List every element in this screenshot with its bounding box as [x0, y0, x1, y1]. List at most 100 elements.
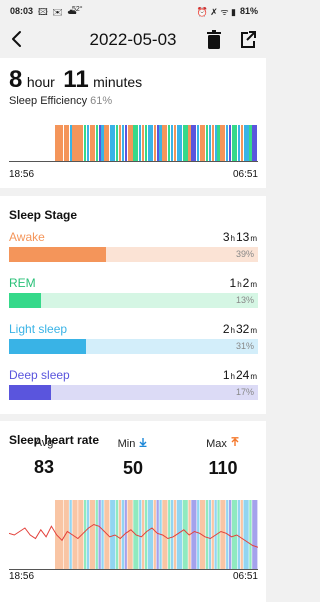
timeline-segment-awake [72, 125, 78, 161]
stage-rem: REM 1h2m 13% [9, 276, 258, 320]
stage-track [9, 339, 258, 354]
arrow-down-icon [138, 438, 148, 450]
timeline-segment-deep [191, 125, 197, 161]
sleep-stage-card: Sleep Stage Awake 3h13m 39% REM 1h2m 13%… [0, 196, 266, 414]
hr-band-deep [156, 500, 159, 570]
timeline-segment-awake [104, 125, 110, 161]
max-value: 110 [208, 458, 238, 478]
stage-name: Awake [9, 230, 45, 244]
timeline-end-time: 06:51 [232, 169, 258, 180]
hr-band-light [171, 500, 174, 570]
min-value: 50 [122, 458, 144, 478]
stage-light-sleep: Light sleep 2h32m 31% [9, 322, 258, 366]
status-time: 08:03 [10, 6, 34, 16]
hr-band-rem [115, 500, 119, 570]
heart-rate-chart [9, 500, 258, 570]
hr-band-light [86, 500, 90, 570]
arrow-up-icon [230, 437, 240, 450]
heart-min: Min 50 [98, 437, 168, 479]
timeline-segment-awake [200, 125, 206, 161]
stage-fill [9, 385, 52, 400]
stage-track [9, 293, 258, 308]
duration-hour-unit: hour [26, 74, 55, 90]
hr-band-rem [95, 500, 98, 570]
hr-band-awake [118, 500, 122, 570]
duration-minute-unit: minutes [93, 74, 143, 90]
hr-band-awake [63, 500, 69, 570]
hr-band-awake [89, 500, 95, 570]
hr-band-deep [124, 500, 127, 570]
sleep-summary-card: 8 hour 11 minutes Sleep Efficiency 61% 1… [0, 58, 266, 188]
duration-hours: 8 [9, 66, 23, 93]
hr-band-rem [249, 500, 252, 570]
top-toolbar: 2022-05-03 [0, 22, 266, 58]
hr-band-awake [104, 500, 110, 570]
sleep-efficiency: Sleep Efficiency 61% [9, 95, 112, 107]
hr-band-awake [153, 500, 156, 570]
timeline-segment-rem [231, 125, 238, 161]
timeline-segment-awake [63, 125, 69, 161]
stage-percent: 17% [235, 387, 254, 397]
avg-label: Avg [34, 437, 54, 449]
hr-band-rem [217, 500, 220, 570]
share-icon[interactable] [238, 29, 258, 51]
hr-band-light [69, 500, 72, 570]
stage-duration: 3h13m [222, 230, 257, 244]
stage-awake: Awake 3h13m 39% [9, 230, 258, 274]
hr-band-rem [84, 500, 87, 570]
status-temperature: 52° [72, 6, 83, 13]
stage-name: REM [9, 276, 36, 290]
timeline-segment-light [110, 125, 116, 161]
timeline-segment-light [176, 125, 182, 161]
stage-track [9, 385, 258, 400]
hr-band-light [176, 500, 182, 570]
sleep-stage-timeline [55, 125, 258, 161]
sleep-duration: 8 hour 11 minutes [9, 66, 146, 94]
stage-track [9, 247, 258, 262]
timeline-start-time: 18:56 [9, 169, 35, 180]
timeline-segment-awake [89, 125, 95, 161]
hr-band-light [243, 500, 249, 570]
stage-deep-sleep: Deep sleep 1h24m 17% [9, 368, 258, 412]
min-label-row: Min [98, 437, 168, 450]
hr-band-light [237, 500, 240, 570]
timeline-segment-awake [78, 125, 84, 161]
hr-band-light [208, 500, 211, 570]
avg-value: 83 [33, 457, 55, 477]
stage-percent: 39% [235, 249, 254, 259]
timeline-baseline [9, 161, 258, 162]
max-label-row: Max [188, 437, 258, 450]
sleep-stage-title: Sleep Stage [9, 208, 78, 222]
stage-duration: 1h24m [222, 368, 257, 382]
hr-band-deep [252, 500, 258, 570]
hr-band-deep [191, 500, 197, 570]
hr-start-time: 18:56 [9, 571, 35, 582]
page-title: 2022-05-03 [89, 30, 177, 49]
duration-minutes: 11 [63, 66, 89, 93]
hr-band-rem [182, 500, 188, 570]
hr-band-light [101, 500, 104, 570]
hr-band-rem [205, 500, 209, 570]
hr-band-rem [144, 500, 148, 570]
heart-max: Max 110 [188, 437, 258, 479]
system-icons: ⏰ ✗ ᯤ ▮ [196, 7, 236, 17]
hr-band-light [197, 500, 200, 570]
stage-fill [9, 293, 42, 308]
efficiency-label: Sleep Efficiency [9, 95, 88, 107]
timeline-segment-awake [55, 125, 64, 161]
timeline-segment-awake [162, 125, 168, 161]
hr-band-awake [211, 500, 214, 570]
timeline-segment-light [243, 125, 249, 161]
hr-band-awake [220, 500, 226, 570]
stage-percent: 13% [235, 295, 254, 305]
status-bar: 08:03 🖾 ✉ ☁ 52° ⏰ ✗ ᯤ ▮ 81% [0, 0, 266, 22]
max-label: Max [206, 438, 227, 450]
trash-icon[interactable] [204, 29, 224, 51]
stage-name: Deep sleep [9, 368, 70, 382]
stage-duration: 1h2m [229, 276, 258, 290]
hr-band-light [139, 500, 142, 570]
timeline-segment-light [147, 125, 153, 161]
min-label: Min [117, 438, 136, 450]
efficiency-value: 61% [90, 95, 113, 107]
stage-percent: 31% [235, 341, 254, 351]
